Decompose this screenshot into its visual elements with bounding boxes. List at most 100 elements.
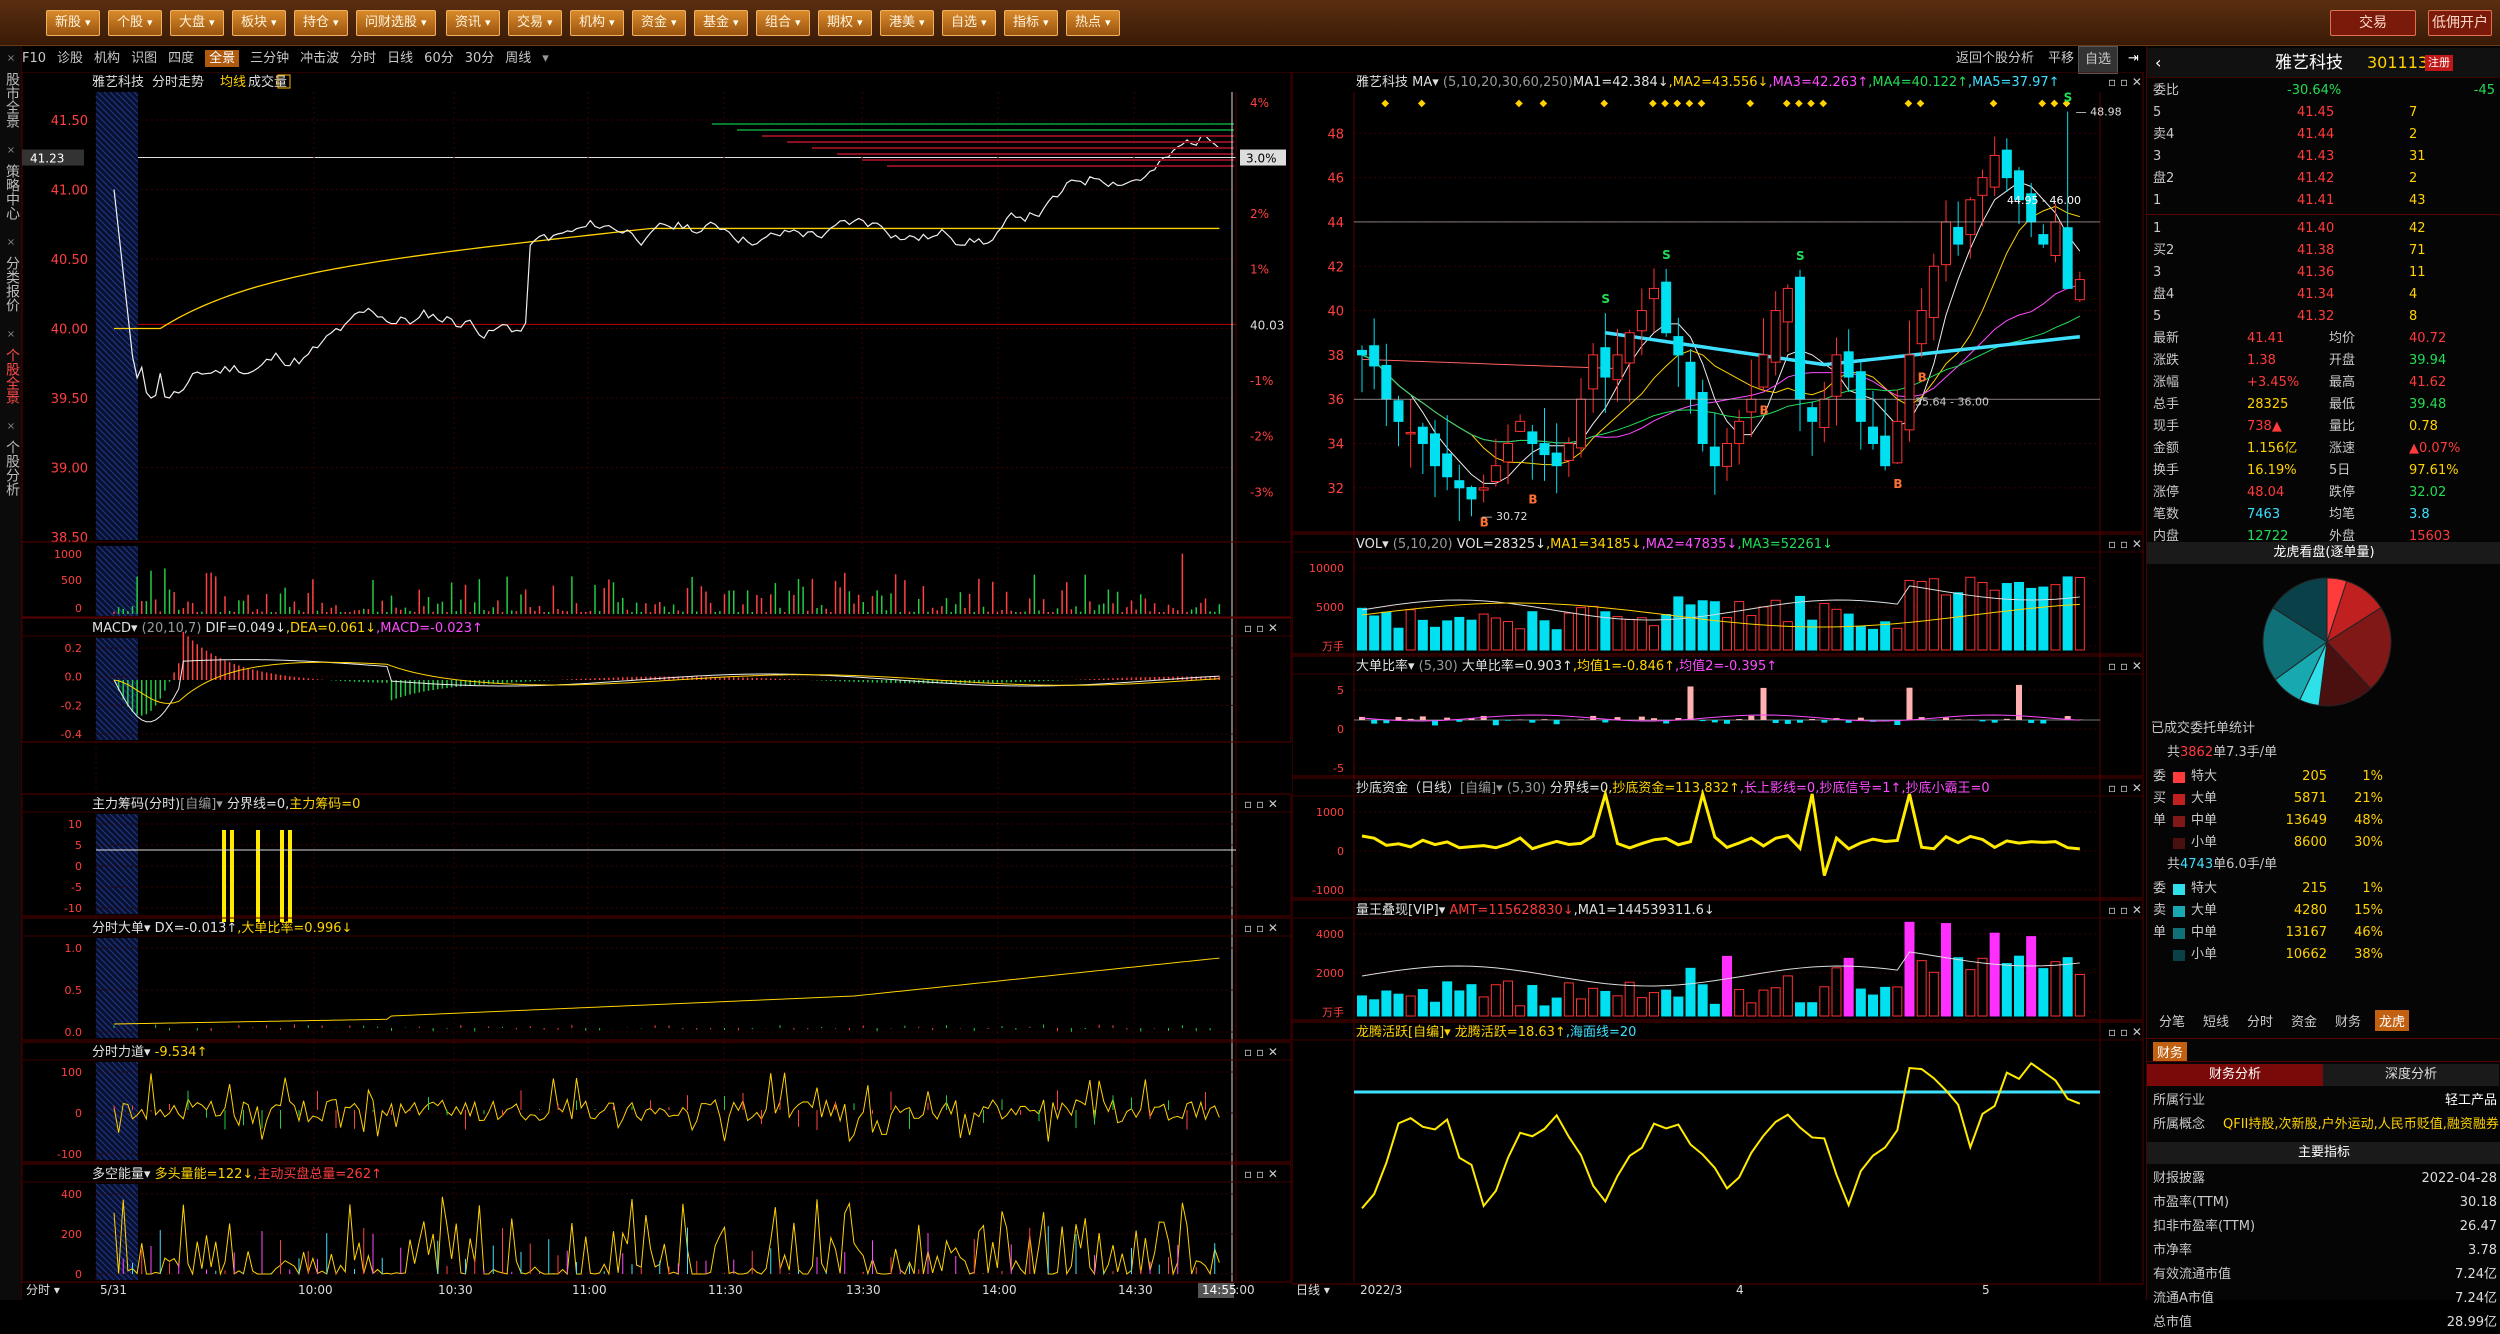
menu-item[interactable]: 新股	[46, 10, 100, 36]
finance-subtab[interactable]: 深度分析	[2323, 1064, 2499, 1086]
flat-button[interactable]: 平移	[2048, 46, 2074, 72]
book-row[interactable]: 买241.3871	[2147, 240, 2500, 262]
nav-item[interactable]: 策略中心	[2, 156, 20, 228]
menu-item[interactable]: 资金	[632, 10, 686, 36]
toolbar-item[interactable]: 冲击波	[300, 51, 339, 66]
toolbar-item[interactable]: 诊股	[57, 51, 83, 66]
amount-bar	[1406, 996, 1415, 1016]
menu-item[interactable]: 交易	[508, 10, 562, 36]
toolbar-item[interactable]: 机构	[94, 51, 120, 66]
panel-controls-icon[interactable]: ▫ ▫ ✕	[1244, 797, 1278, 811]
book-row[interactable]: 盘441.344	[2147, 284, 2500, 306]
menu-item[interactable]: 组合	[756, 10, 810, 36]
panel-controls-icon[interactable]: ▫ ▫ ✕	[1244, 921, 1278, 935]
toolbar-item[interactable]: 日线	[387, 51, 413, 66]
menu-item[interactable]: 资讯	[446, 10, 500, 36]
chip-bar	[222, 830, 226, 922]
nav-close-icon[interactable]: ×	[2, 326, 20, 338]
open-account-button[interactable]: 低佣开户	[2428, 10, 2492, 36]
big-ratio-bar	[1396, 717, 1402, 720]
candle-body	[1820, 399, 1829, 427]
big-ratio-bar	[1785, 720, 1791, 724]
nav-close-icon[interactable]: ×	[2, 50, 20, 62]
back-to-analysis-link[interactable]: 返回个股分析	[1956, 46, 2034, 72]
nav-item[interactable]: 分类报价	[2, 248, 20, 320]
stat-name: 特大	[2191, 766, 2217, 788]
book-row[interactable]: 盘241.422	[2147, 168, 2500, 190]
panel-controls-icon[interactable]: ▫ ▫ ✕	[1244, 1045, 1278, 1059]
toolbar-item[interactable]: 分时	[350, 51, 376, 66]
date-axis-mode[interactable]: 日线 ▾	[1296, 1283, 1330, 1297]
panel-controls-icon[interactable]: ▫ ▫ ✕	[2108, 1025, 2142, 1039]
book-row[interactable]: 541.328	[2147, 306, 2500, 328]
toolbar-item[interactable]: 识图	[131, 51, 157, 66]
kline-vol-bar	[1528, 612, 1537, 650]
menu-item[interactable]: 自选	[942, 10, 996, 36]
nav-item[interactable]: 个股分析	[2, 432, 20, 504]
panel-controls-icon[interactable]: ▫ ▫ ✕	[2108, 903, 2142, 917]
menu-item[interactable]: 基金	[694, 10, 748, 36]
toolbar-item[interactable]: 60分	[424, 51, 454, 66]
book-row[interactable]: 141.4042	[2147, 218, 2500, 240]
back-arrow-icon[interactable]: ‹	[2155, 48, 2161, 78]
ma-line	[1362, 316, 2080, 443]
toolbar-item[interactable]: 三分钟	[250, 51, 289, 66]
nav-close-icon[interactable]: ×	[2, 234, 20, 246]
side-tab[interactable]: 龙虎	[2375, 1010, 2409, 1031]
kline-vol-bar	[2063, 577, 2072, 650]
trade-button[interactable]: 交易	[2330, 10, 2416, 36]
menu-item[interactable]: 大盘	[170, 10, 224, 36]
toolbar-item[interactable]: 四度	[168, 51, 194, 66]
signal-diamond-icon: ◆	[1381, 98, 1389, 109]
side-tab[interactable]: 短线	[2199, 1010, 2233, 1031]
fin-key: 有效流通市值	[2153, 1264, 2293, 1286]
book-row[interactable]: 341.3611	[2147, 262, 2500, 284]
menu-item[interactable]: 个股	[108, 10, 162, 36]
intraday-chart-area[interactable]: 雅艺科技分时走势均线成交量41.5041.0040.5040.0039.5039…	[22, 72, 1292, 1300]
menu-item[interactable]: 板块	[232, 10, 286, 36]
panel-controls-icon[interactable]: ▫ ▫ ✕	[2108, 75, 2142, 89]
nav-close-icon[interactable]: ×	[2, 418, 20, 430]
finance-tab[interactable]: 财务	[2153, 1042, 2187, 1061]
panel-controls-icon[interactable]: ▫ ▫ ✕	[1244, 1167, 1278, 1181]
menu-item[interactable]: 持仓	[294, 10, 348, 36]
nav-item[interactable]: 股市全景	[2, 64, 20, 136]
menu-item[interactable]: 机构	[570, 10, 624, 36]
toolbar-item[interactable]: F10	[22, 51, 46, 66]
panel-controls-icon[interactable]: ▫ ▫ ✕	[2108, 781, 2142, 795]
side-tab[interactable]: 资金	[2287, 1010, 2321, 1031]
book-row[interactable]: 541.457	[2147, 102, 2500, 124]
force-line	[114, 1073, 1219, 1142]
candle-body	[1796, 277, 1805, 399]
toolbar-item[interactable]: 30分	[465, 51, 495, 66]
book-row[interactable]: 341.4331	[2147, 146, 2500, 168]
collapse-icon[interactable]: ⇥	[2128, 46, 2139, 72]
menu-item[interactable]: 问财选股	[356, 10, 436, 36]
panel-controls-icon[interactable]: ▫ ▫ ✕	[2108, 659, 2142, 673]
finance-subtab[interactable]: 财务分析	[2147, 1064, 2323, 1086]
menu-item[interactable]: 期权	[818, 10, 872, 36]
dropdown-icon[interactable]: ▾	[542, 51, 549, 66]
side-tab[interactable]: 分时	[2243, 1010, 2277, 1031]
menu-item[interactable]: 指标	[1004, 10, 1058, 36]
kline-chart-area[interactable]: 雅艺科技 MA▾ (5,10,20,30,60,250)MA1=42.384↓,…	[1292, 72, 2144, 1300]
menu-item[interactable]: 热点	[1066, 10, 1120, 36]
side-tab[interactable]: 分笔	[2155, 1010, 2189, 1031]
candle-body	[1504, 444, 1513, 462]
menu-item[interactable]: 港美	[880, 10, 934, 36]
nav-item[interactable]: 个股全景	[2, 340, 20, 412]
panel-controls-icon[interactable]: ▫ ▫ ✕	[1244, 621, 1278, 635]
watch-select[interactable]: 自选	[2078, 46, 2118, 74]
book-row[interactable]: 卖441.442	[2147, 124, 2500, 146]
stat-pct: 1%	[2343, 766, 2383, 788]
nav-close-icon[interactable]: ×	[2, 142, 20, 154]
side-tab[interactable]: 财务	[2331, 1010, 2365, 1031]
big-ratio-bar	[1943, 718, 1949, 720]
toolbar-item[interactable]: 周线	[505, 51, 531, 66]
panel-controls-icon[interactable]: ▫ ▫ ✕	[2108, 537, 2142, 551]
quote-value: 97.61%	[2409, 460, 2489, 482]
book-row[interactable]: 141.4143	[2147, 190, 2500, 212]
toolbar-item[interactable]: 全景	[205, 50, 239, 67]
candle-body	[1917, 311, 1926, 344]
time-axis-mode[interactable]: 分时 ▾	[26, 1283, 60, 1297]
